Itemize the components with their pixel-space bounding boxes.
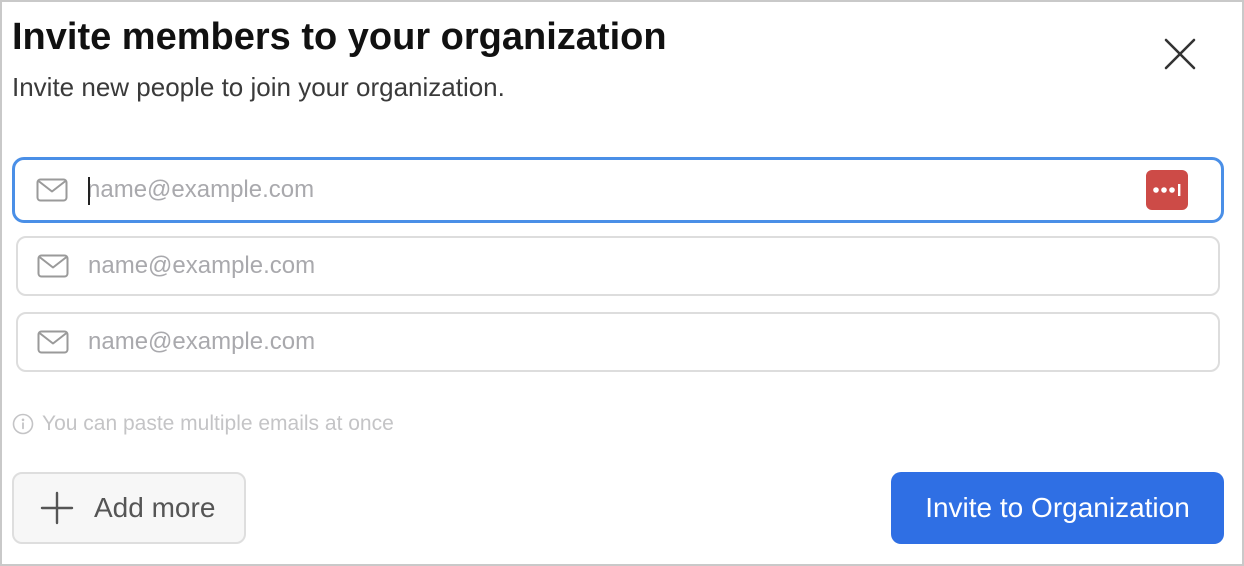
email-field-2[interactable] [16,236,1220,296]
plus-icon [40,491,74,525]
email-field-1[interactable] [12,157,1224,223]
mail-icon [35,177,69,203]
add-more-button[interactable]: Add more [12,472,246,544]
dialog-title: Invite members to your organization [12,16,667,58]
info-icon [12,413,34,435]
text-caret [88,177,90,205]
close-button[interactable] [1158,32,1202,76]
invite-dialog: Invite members to your organization Invi… [0,0,1244,566]
password-manager-icon[interactable] [1146,170,1188,210]
add-more-label: Add more [94,492,216,523]
mail-icon [36,329,70,355]
dialog-subtitle: Invite new people to join your organizat… [12,72,505,102]
hint-text: You can paste multiple emails at once [42,412,394,435]
email-input-2[interactable] [88,238,1158,294]
mail-icon [36,253,70,279]
paste-hint: You can paste multiple emails at once [12,412,394,436]
email-input-1[interactable] [87,160,1161,220]
invite-to-organization-button[interactable]: Invite to Organization [891,472,1224,544]
email-input-3[interactable] [88,314,1158,370]
close-icon [1164,38,1196,70]
email-field-3[interactable] [16,312,1220,372]
